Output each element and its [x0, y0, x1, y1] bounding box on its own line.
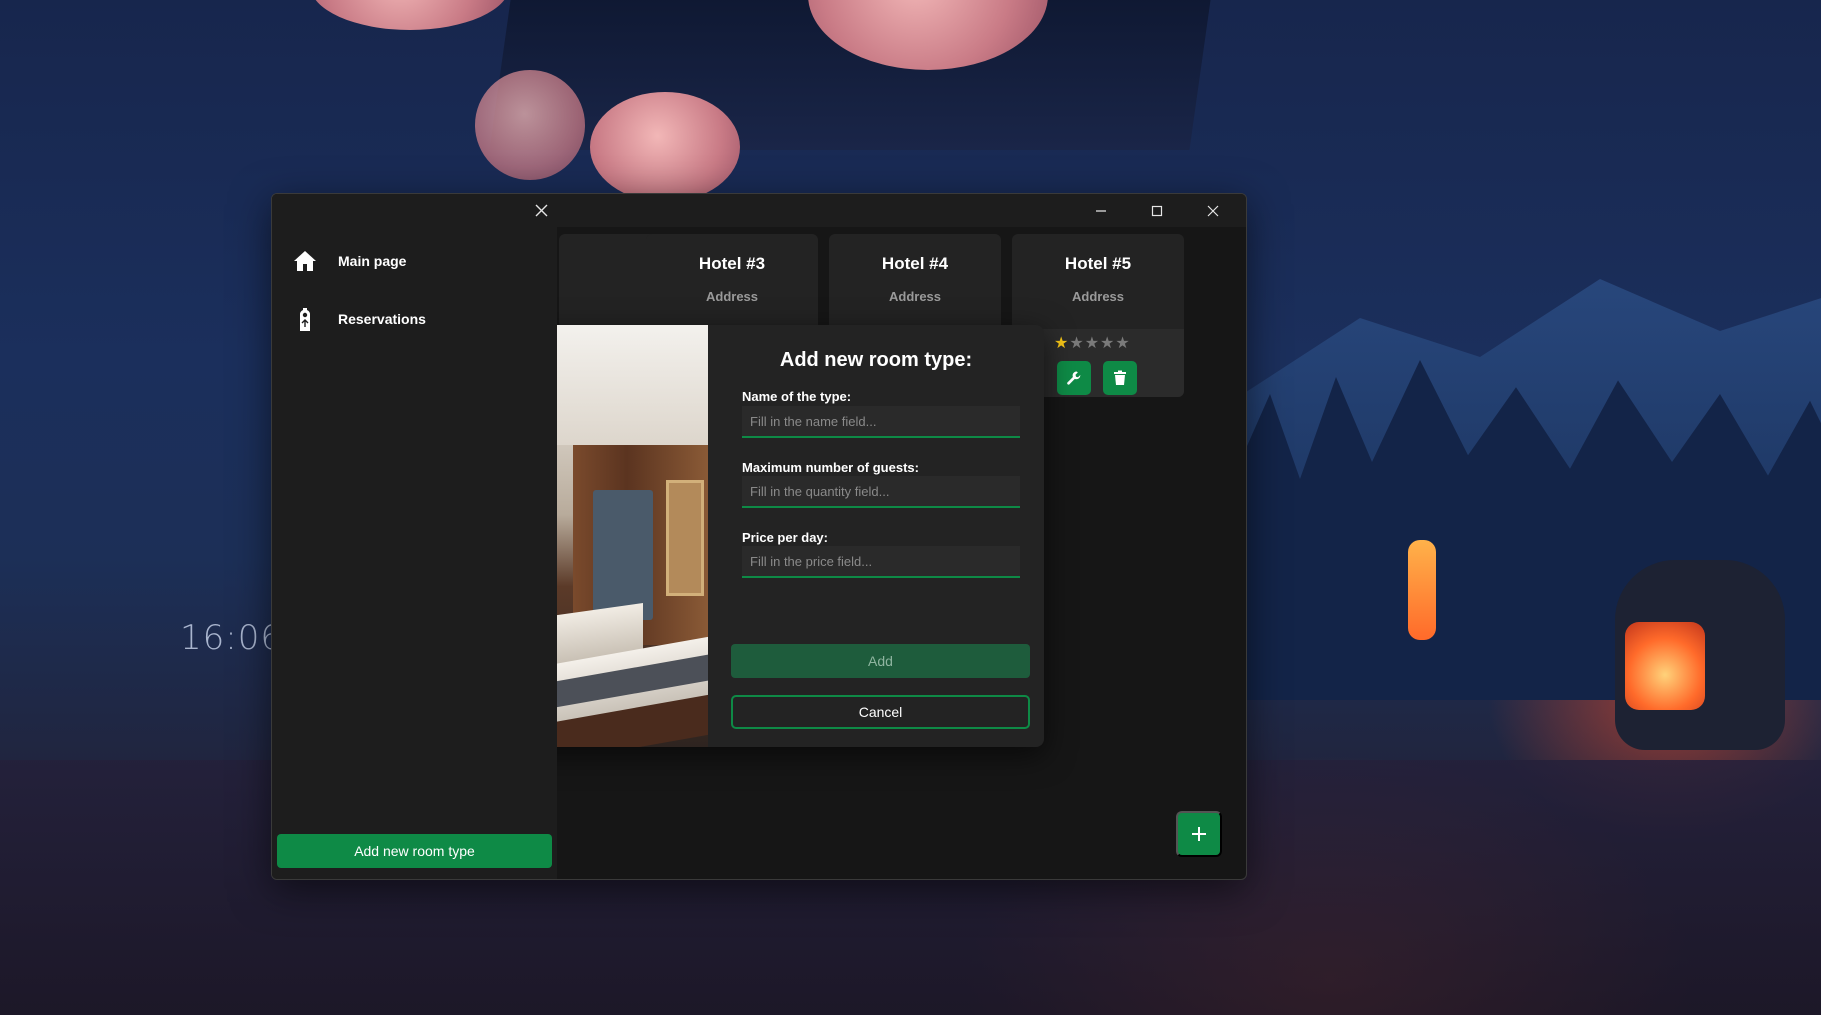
maximize-icon [1151, 205, 1163, 216]
sidebar-item-label: Reservations [338, 311, 426, 327]
maximize-button[interactable] [1129, 194, 1185, 227]
close-sidebar-button[interactable] [524, 194, 558, 227]
add-button[interactable]: Add [731, 644, 1030, 678]
dialog-title: Add new room type: [779, 349, 973, 371]
hotel-address: Address [1071, 289, 1125, 304]
home-icon [292, 248, 318, 274]
hotel-title: Hotel #4 [881, 254, 949, 273]
star-empty-icon: ★ [1100, 335, 1115, 352]
hotel-address: Address [705, 289, 759, 304]
star-filled-icon: ★ [1054, 335, 1069, 352]
rating-stars: ★ ★ ★ ★ ★ [1054, 333, 1130, 353]
hotel-title: Hotel #5 [1064, 254, 1132, 273]
star-empty-icon: ★ [1084, 335, 1100, 352]
hotel-address: Address [888, 289, 942, 304]
delete-hotel-button[interactable] [1103, 361, 1137, 395]
price-per-day-input[interactable] [742, 546, 1020, 578]
add-hotel-button[interactable] [1176, 811, 1222, 857]
close-icon [1207, 205, 1219, 216]
add-new-room-type-button[interactable]: Add new room type [277, 834, 552, 868]
sidebar-item-label: Main page [338, 253, 407, 269]
plus-icon [1192, 827, 1206, 841]
cancel-button[interactable]: Cancel [731, 695, 1030, 729]
max-guests-label: Maximum number of guests: [742, 460, 919, 475]
sidebar-item-main-page[interactable]: Main page [272, 239, 557, 283]
add-room-type-dialog: Add new room type: Name of the type: Max… [473, 325, 1044, 747]
hotel-title: Hotel #3 [698, 254, 766, 273]
door-hanger-icon [292, 306, 318, 332]
desktop-clock: 16:06 [180, 618, 283, 658]
max-guests-input[interactable] [742, 476, 1020, 508]
type-name-input[interactable] [742, 406, 1020, 438]
type-name-label: Name of the type: [742, 389, 852, 404]
sidebar: Main page Reservations Add new room type [272, 194, 557, 879]
price-per-day-label: Price per day: [742, 530, 828, 545]
sidebar-item-reservations[interactable]: Reservations [272, 297, 557, 341]
star-empty-icon: ★ [1115, 335, 1130, 352]
minimize-icon [1096, 209, 1106, 212]
minimize-button[interactable] [1073, 194, 1129, 227]
star-empty-icon: ★ [1069, 335, 1084, 352]
trash-icon [1114, 370, 1126, 385]
close-window-button[interactable] [1185, 194, 1241, 227]
edit-hotel-button[interactable] [1057, 361, 1091, 395]
room-type-form: Add new room type: Name of the type: Max… [708, 325, 1044, 747]
close-icon [535, 204, 547, 217]
wrench-icon [1067, 371, 1081, 385]
